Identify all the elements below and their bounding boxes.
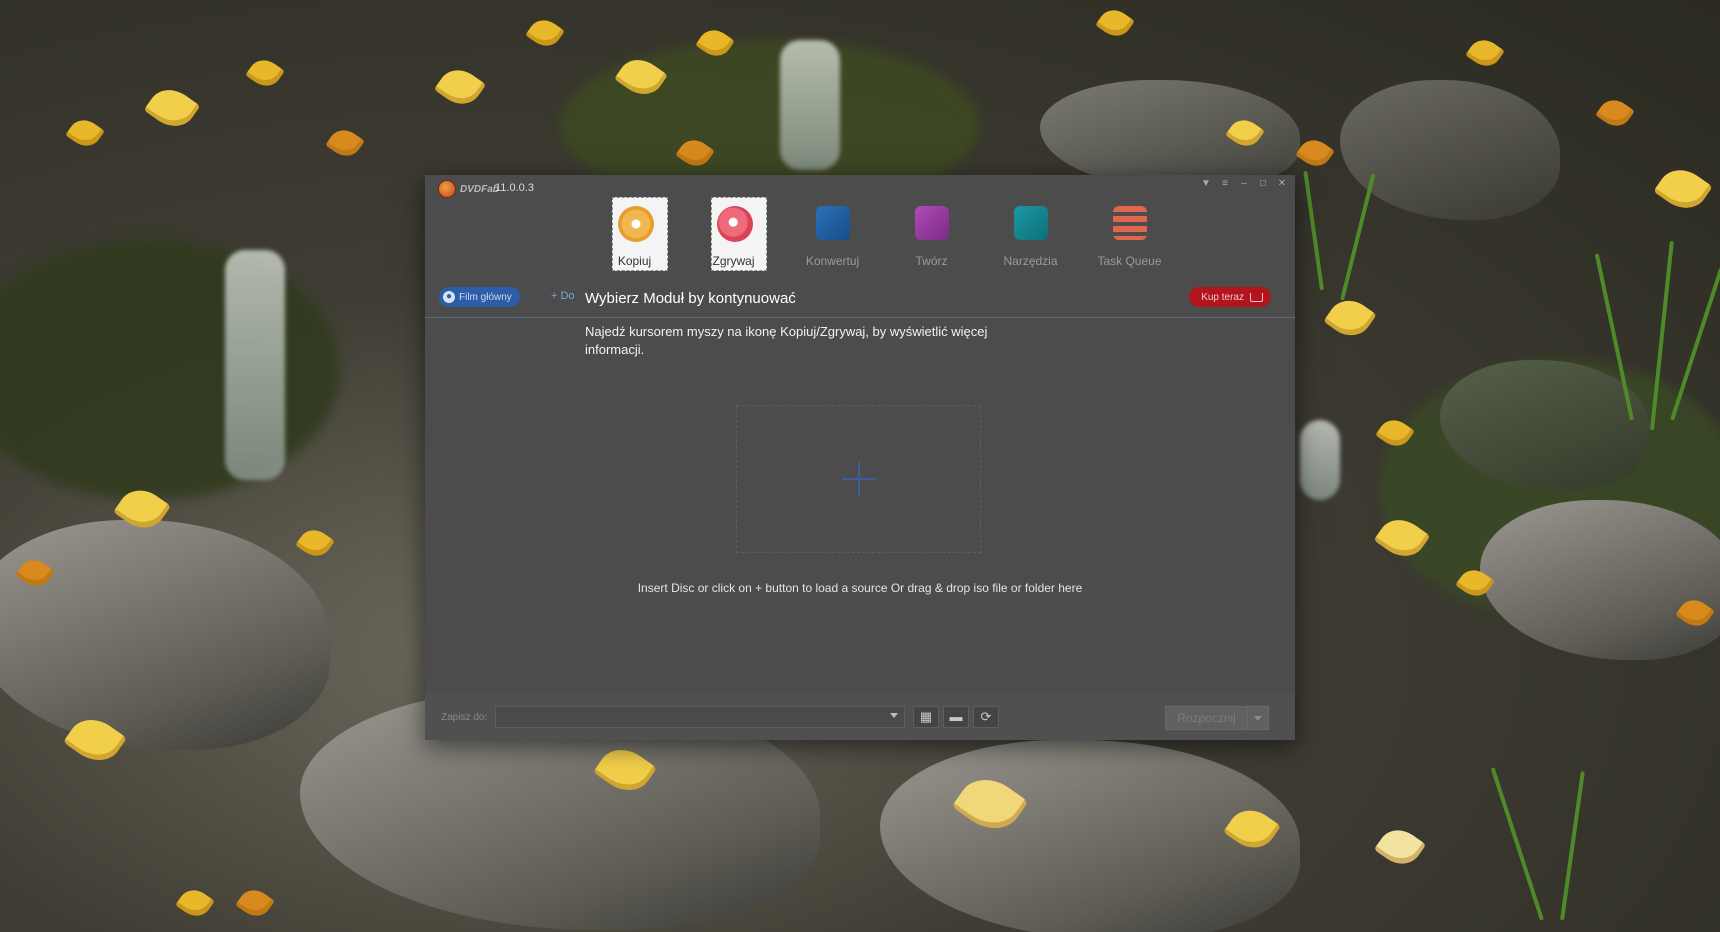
start-dropdown-icon[interactable] <box>1247 707 1268 729</box>
buy-now-button[interactable]: Kup teraz <box>1189 287 1271 307</box>
add-source-label: Do <box>560 290 575 302</box>
refresh-icon[interactable]: ⟳ <box>973 706 999 728</box>
settings-icon[interactable]: ≡ <box>1218 178 1232 190</box>
module-creator[interactable]: Twórz <box>882 197 981 271</box>
disc-rip-icon <box>716 206 753 242</box>
module-label: Twórz <box>915 254 948 268</box>
maximize-icon[interactable]: □ <box>1256 178 1270 190</box>
nav-bar: ● Film główny + Do Wybierz Moduł by kont… <box>425 283 1295 318</box>
app-window: DVDFab 11.0.0.3 ▼ ≡ – □ ✕ Kopiuj Zgrywaj… <box>425 175 1295 740</box>
iso-icon[interactable]: ▦ <box>913 706 939 728</box>
home-button[interactable]: ● Film główny <box>439 287 520 307</box>
app-version: 11.0.0.3 <box>495 182 534 194</box>
logo-text: DVDFab <box>460 183 499 195</box>
buy-now-label: Kup teraz <box>1201 291 1244 303</box>
home-button-label: Film główny <box>459 291 512 303</box>
app-logo: DVDFab <box>438 180 499 198</box>
folder-icon[interactable]: ▬ <box>943 706 969 728</box>
toolbox-icon <box>1013 206 1048 240</box>
module-utilities[interactable]: Narzędzia <box>981 197 1080 271</box>
module-converter[interactable]: Konwertuj <box>783 197 882 271</box>
chevron-down-icon[interactable] <box>890 713 898 718</box>
start-button[interactable]: Rozpocznij <box>1165 706 1269 730</box>
dropzone-message: Insert Disc or click on + button to load… <box>637 581 1083 595</box>
module-label: Konwertuj <box>805 254 860 268</box>
module-label: Task Queue <box>1097 254 1162 268</box>
menu-icon[interactable]: ▼ <box>1199 178 1213 190</box>
dvdfab-logo-icon <box>438 180 456 198</box>
module-hint-text: Najedź kursorem myszy na ikonę Kopiuj/Zg… <box>585 324 988 357</box>
module-toolbar: Kopiuj Zgrywaj Konwertuj Twórz Narzędzia… <box>585 197 1179 271</box>
add-source-plus-icon[interactable] <box>841 462 876 496</box>
minimize-icon[interactable]: – <box>1237 178 1251 190</box>
module-label: Zgrywaj <box>712 254 755 268</box>
module-label: Kopiuj <box>617 254 652 268</box>
footer-bar: Zapisz do: ▦ ▬ ⟳ Rozpocznij <box>425 694 1295 740</box>
video-create-icon <box>914 206 949 240</box>
add-source-button[interactable]: + Do <box>551 290 575 302</box>
module-copy[interactable]: Kopiuj <box>585 197 684 271</box>
source-dropzone[interactable] <box>736 405 981 553</box>
page-title: Wybierz Moduł by kontynuować <box>585 290 796 307</box>
save-to-label: Zapisz do: <box>441 712 488 723</box>
queue-icon <box>1112 206 1147 240</box>
cart-icon <box>1250 292 1263 302</box>
window-controls: ▼ ≡ – □ ✕ <box>1199 178 1289 190</box>
save-to-field[interactable] <box>495 706 905 728</box>
disc-copy-icon <box>617 206 654 242</box>
home-icon: ● <box>443 291 455 303</box>
close-icon[interactable]: ✕ <box>1275 178 1289 190</box>
film-convert-icon <box>815 206 850 240</box>
module-ripper[interactable]: Zgrywaj <box>684 197 783 271</box>
module-label: Narzędzia <box>1003 254 1058 268</box>
start-button-label: Rozpocznij <box>1177 711 1236 725</box>
module-task-queue[interactable]: Task Queue <box>1080 197 1179 271</box>
